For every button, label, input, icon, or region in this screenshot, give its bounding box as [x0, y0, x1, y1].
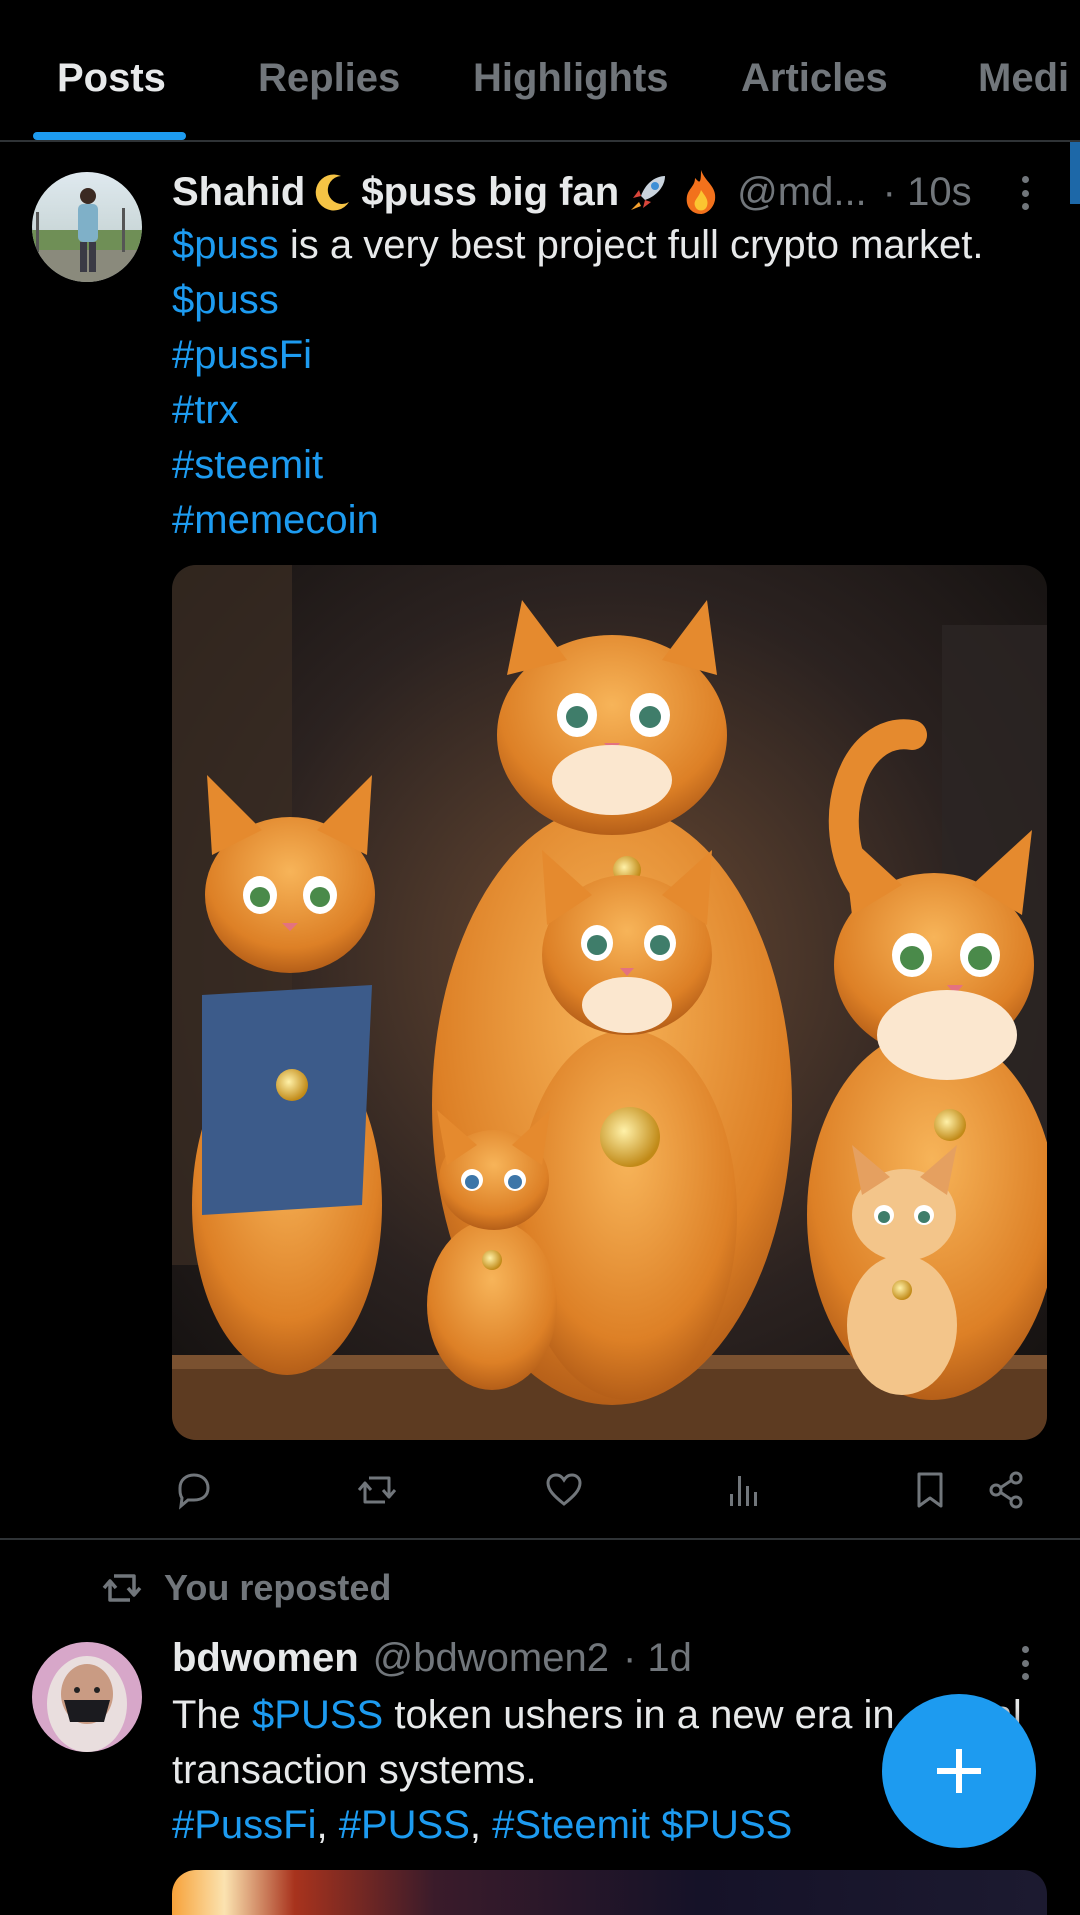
post-text: $puss is a very best project full crypto… [172, 218, 983, 548]
avatar-image [32, 172, 142, 282]
active-tab-indicator [33, 132, 186, 140]
scrollbar[interactable] [1070, 142, 1080, 204]
tab-posts[interactable]: Posts [57, 56, 166, 101]
post-actions [0, 1468, 1080, 1518]
cashtag-link[interactable]: $PUSS [252, 1693, 383, 1737]
repost-icon [102, 1574, 142, 1602]
reply-icon[interactable] [172, 1468, 216, 1512]
repost-banner: You reposted [100, 1566, 391, 1610]
share-icon[interactable] [984, 1468, 1028, 1512]
post-time[interactable]: · 10s [883, 170, 972, 215]
fire-icon [686, 170, 716, 214]
hashtag-link[interactable]: $puss [172, 273, 983, 328]
hashtag-link[interactable]: #trx [172, 383, 983, 438]
plus-icon [937, 1749, 981, 1793]
tab-highlights[interactable]: Highlights [473, 56, 669, 101]
hashtag-link[interactable]: #steemit [172, 438, 983, 493]
author-handle[interactable]: @md... [737, 170, 867, 215]
post-divider [0, 1538, 1080, 1540]
post-header: Shahid $puss big fan @md... · 10s [172, 168, 972, 216]
tab-replies[interactable]: Replies [258, 56, 400, 101]
profile-tabs: Posts Replies Highlights Articles Medi [0, 0, 1080, 142]
repost-label[interactable]: You reposted [164, 1567, 391, 1609]
author-name[interactable]: Shahid [172, 170, 305, 215]
views-icon[interactable] [722, 1468, 766, 1512]
hashtag-link[interactable]: #PUSS [339, 1803, 470, 1847]
avatar[interactable] [32, 172, 142, 282]
author-name-suffix[interactable]: $puss big fan [361, 170, 619, 215]
author-name[interactable]: bdwomen [172, 1636, 359, 1681]
hashtag-link[interactable]: #Steemit [492, 1803, 650, 1847]
post-image[interactable] [172, 565, 1047, 1440]
hashtag-link[interactable]: #memecoin [172, 493, 983, 548]
compose-button[interactable] [882, 1694, 1036, 1848]
like-icon[interactable] [542, 1468, 586, 1512]
author-handle[interactable]: @bdwomen2 [373, 1636, 609, 1681]
tab-articles[interactable]: Articles [741, 56, 888, 101]
tab-media[interactable]: Medi [978, 56, 1069, 101]
avatar-image [32, 1642, 142, 1752]
hashtag-link[interactable]: #PussFi [172, 1803, 317, 1847]
more-options-icon[interactable] [1010, 170, 1040, 216]
more-options-icon[interactable] [1010, 1640, 1040, 1686]
rocket-icon [631, 176, 666, 210]
bookmark-icon[interactable] [908, 1468, 952, 1512]
post-time[interactable]: · 1d [623, 1636, 692, 1681]
post-header: bdwomen @bdwomen2 · 1d [172, 1636, 692, 1681]
cashtag-link[interactable]: $puss [172, 223, 279, 267]
avatar[interactable] [32, 1642, 142, 1752]
cashtag-link[interactable]: $PUSS [661, 1803, 792, 1847]
crescent-moon-icon [316, 174, 350, 211]
repost-icon[interactable] [355, 1468, 399, 1512]
cats-illustration [172, 565, 1047, 1440]
hashtag-link[interactable]: #pussFi [172, 328, 983, 383]
post-image[interactable] [172, 1870, 1047, 1915]
